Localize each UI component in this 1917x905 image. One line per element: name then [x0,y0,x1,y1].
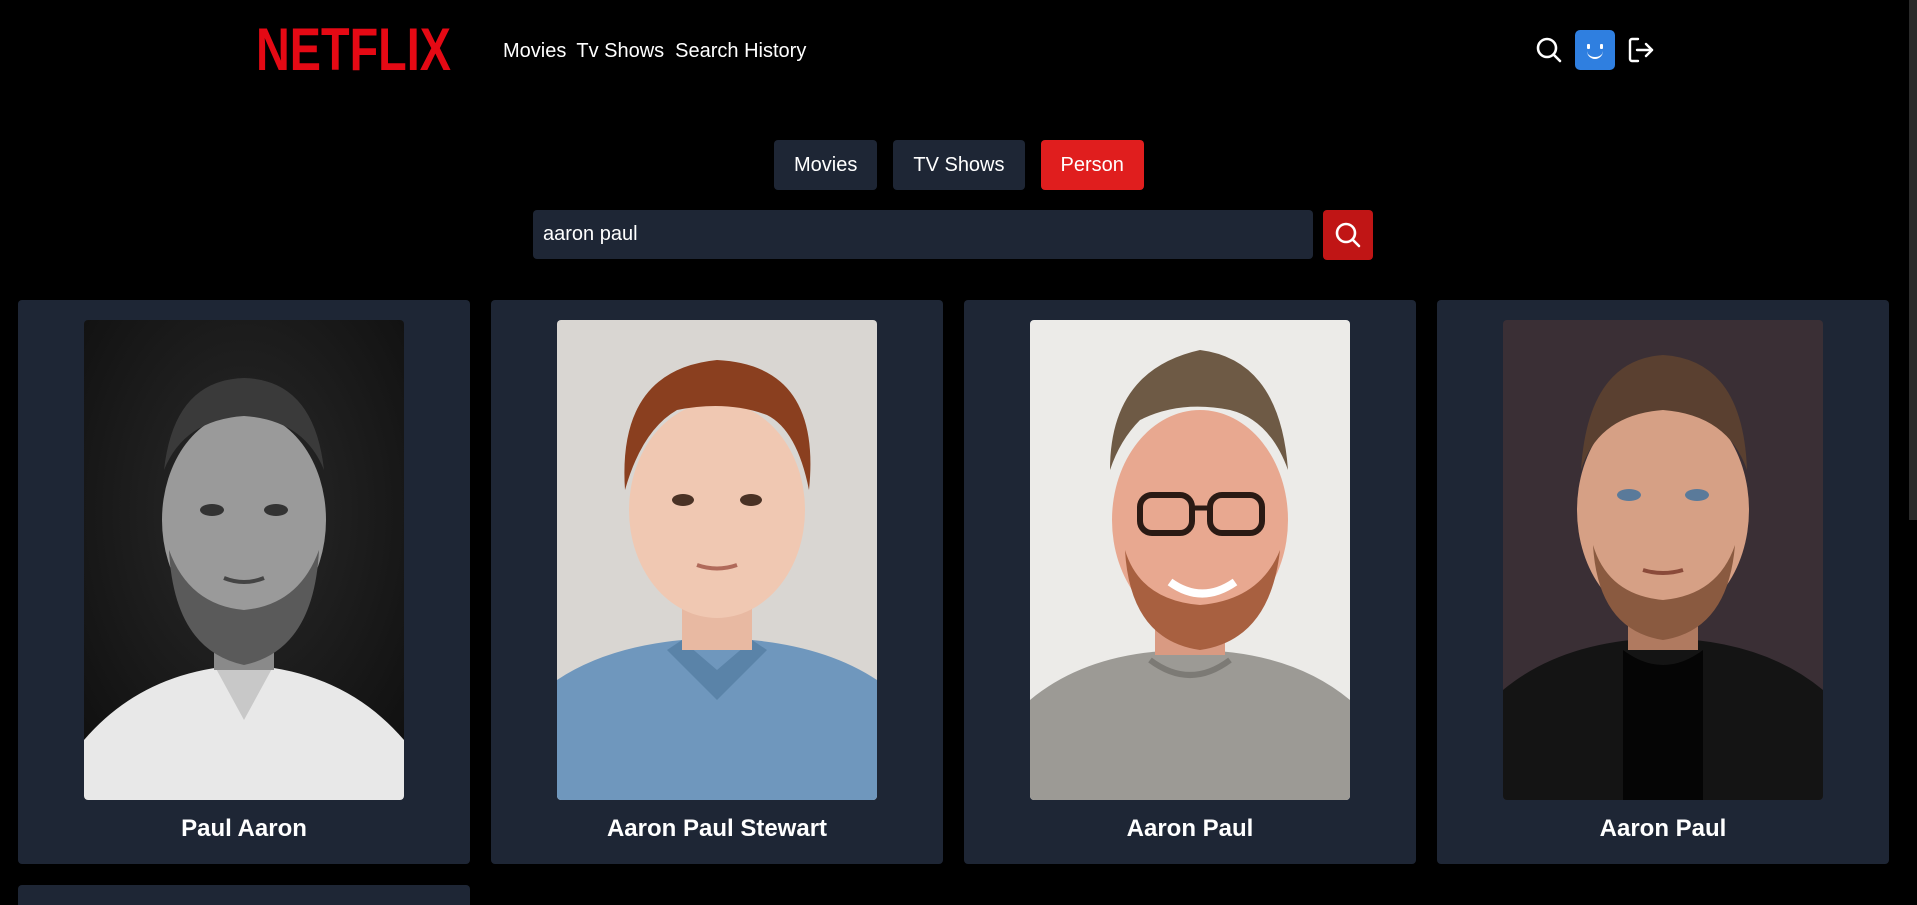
nav-movies[interactable]: Movies [503,38,566,64]
person-photo [84,320,404,800]
search-type-tabs: Movies TV Shows Person [774,140,1144,190]
tab-person[interactable]: Person [1040,140,1144,190]
main-nav: Movies Tv Shows Search History [503,38,806,64]
person-card[interactable]: Aaron Paul [1437,300,1889,864]
search-icon [1335,222,1361,248]
nav-tv-shows[interactable]: Tv Shows [576,38,664,64]
person-photo [557,320,877,800]
person-card[interactable] [18,885,470,905]
nav-search-history[interactable]: Search History [675,38,806,64]
scrollbar[interactable] [1909,0,1917,520]
search-input[interactable] [533,210,1313,259]
search-button[interactable] [1323,210,1373,260]
person-name: Aaron Paul [1599,815,1727,842]
profile-avatar[interactable] [1575,30,1615,70]
person-card[interactable]: Aaron Paul Stewart [491,300,943,864]
person-photo [1503,320,1823,800]
logout-icon[interactable] [1626,35,1656,65]
search-bar [533,210,1373,260]
header-actions [1534,30,1656,70]
tab-tv-shows[interactable]: TV Shows [893,140,1025,190]
person-name: Paul Aaron [181,815,307,842]
header: NETFLIX Movies Tv Shows Search History [0,0,1917,100]
person-name: Aaron Paul Stewart [606,815,828,842]
netflix-logo[interactable]: NETFLIX [256,18,451,82]
person-card[interactable]: Paul Aaron [18,300,470,864]
search-icon[interactable] [1534,35,1564,65]
page: NETFLIX Movies Tv Shows Search History M… [0,0,1917,905]
tab-movies[interactable]: Movies [774,140,878,190]
person-photo [1030,320,1350,800]
person-card[interactable]: Aaron Paul [964,300,1416,864]
person-name: Aaron Paul [1126,815,1254,842]
